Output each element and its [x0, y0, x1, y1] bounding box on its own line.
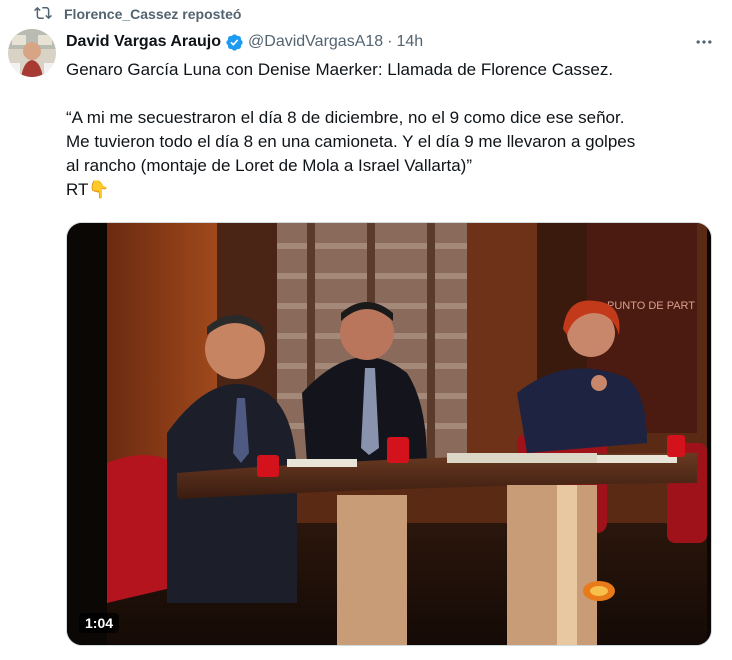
tweet-text: Genaro García Luna con Denise Maerker: L…	[66, 58, 716, 202]
repost-header[interactable]: Florence_Cassez reposteó	[34, 2, 241, 26]
verified-badge-icon[interactable]	[225, 33, 244, 52]
tweet-header: David Vargas Araujo @DavidVargasA18 · 14…	[66, 30, 716, 54]
video-player[interactable]: PUNTO DE PART 1:04	[66, 222, 712, 646]
repost-label: Florence_Cassez reposteó	[64, 6, 242, 22]
author-name[interactable]: David Vargas Araujo	[66, 33, 221, 51]
video-duration: 1:04	[79, 613, 120, 633]
tweet-quote-line-1: “A mi me secuestraron el día 8 de diciem…	[66, 108, 625, 127]
tweet-rt-line: RT👇	[66, 180, 110, 199]
author-handle[interactable]: @DavidVargasA18	[248, 33, 383, 51]
tweet-quote-line-2: Me tuvieron todo el día 8 en una camione…	[66, 132, 636, 151]
channel-logo-icon	[581, 579, 617, 603]
tweet-quote-line-3: al rancho (montaje de Loret de Mola a Is…	[66, 156, 472, 175]
backdrop-sign: PUNTO DE PART	[607, 300, 695, 312]
post-time[interactable]: 14h	[396, 33, 423, 51]
avatar[interactable]	[8, 29, 56, 77]
repost-icon	[34, 4, 52, 25]
tweet-line-1: Genaro García Luna con Denise Maerker: L…	[66, 60, 614, 79]
more-options-icon[interactable]	[692, 30, 716, 54]
separator-dot: ·	[387, 33, 393, 50]
